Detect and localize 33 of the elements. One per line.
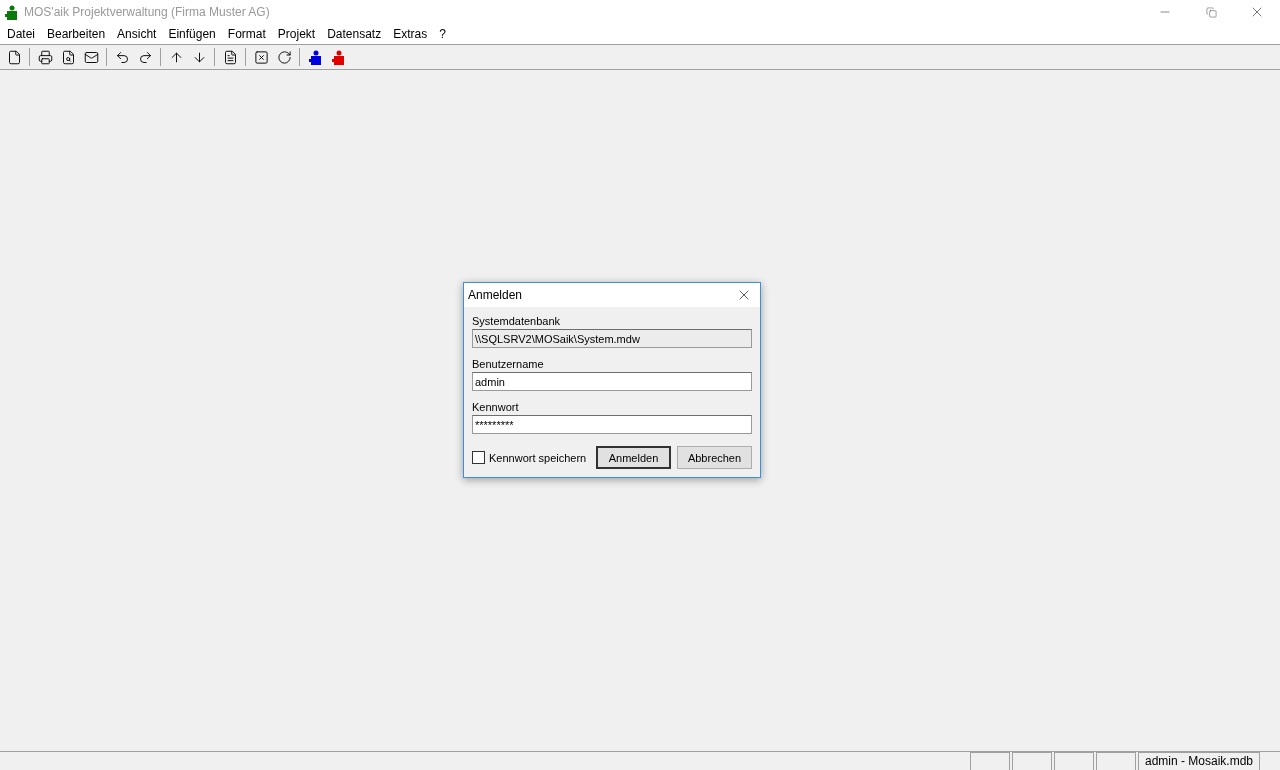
menu-item[interactable]: ?: [434, 27, 453, 41]
print-icon: [37, 49, 53, 65]
menu-item[interactable]: Projekt: [272, 27, 323, 41]
field-label: Benutzername: [472, 358, 545, 370]
window-title: MOS'aik Projektverwaltung (Firma Muster AG): [24, 5, 271, 19]
undo-icon: [114, 49, 130, 65]
mail-icon: [83, 49, 99, 65]
puzzle-person-icon: [331, 49, 345, 65]
menu-item[interactable]: Ansicht: [112, 27, 164, 41]
menu-item[interactable]: Einfügen: [163, 27, 223, 41]
puzzle-person-icon: [4, 4, 18, 20]
dialog-button[interactable]: Anmelden: [596, 446, 671, 469]
print-preview-icon: [60, 49, 76, 65]
field-label: Kennwort: [472, 401, 520, 413]
checkbox-label: Kennwort speichern: [489, 451, 588, 464]
menu-item[interactable]: Datei: [2, 27, 42, 41]
checkbox[interactable]: [472, 451, 485, 464]
menu-item[interactable]: Bearbeiten: [42, 27, 113, 41]
restore-icon: [1205, 6, 1217, 18]
field-label: Systemdatenbank: [472, 315, 562, 327]
menu-item[interactable]: Datensatz: [322, 27, 389, 41]
redo-icon: [137, 49, 153, 65]
new-document-icon: [6, 49, 22, 65]
dialog-title: Anmelden: [468, 288, 524, 302]
down-arrow-icon: [191, 49, 207, 65]
status-text: admin - Mosaik.mdb: [1138, 752, 1260, 770]
puzzle-person-icon: [308, 49, 322, 65]
input-field[interactable]: *********: [472, 415, 752, 434]
dialog-button[interactable]: Abbrechen: [677, 446, 752, 469]
refresh-icon: [276, 49, 292, 65]
menu-item[interactable]: Extras: [388, 27, 435, 41]
input-field[interactable]: admin: [472, 372, 752, 391]
menu-item[interactable]: Format: [222, 27, 273, 41]
